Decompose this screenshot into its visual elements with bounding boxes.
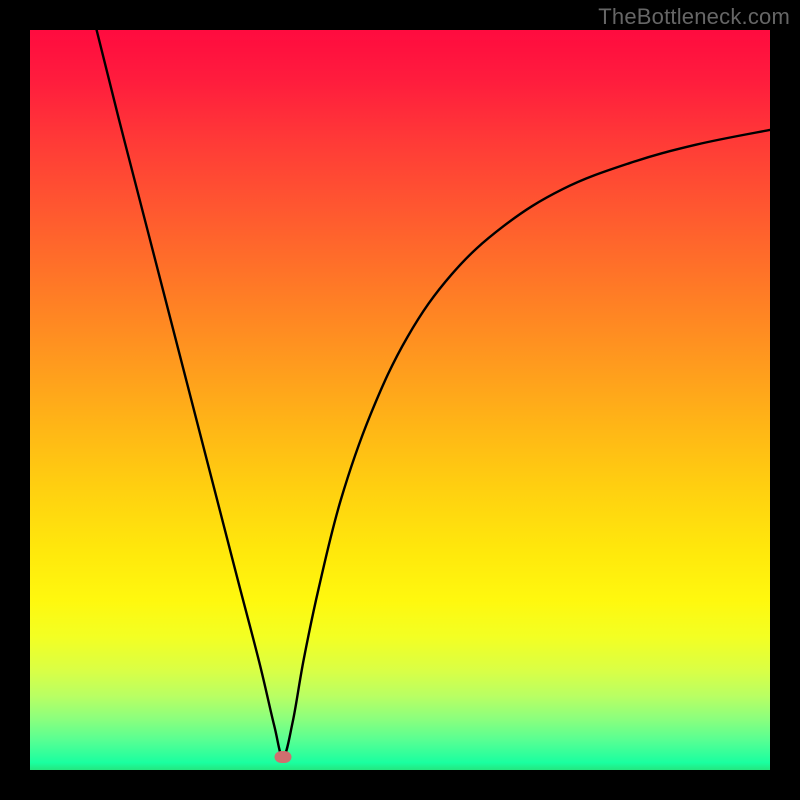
curve-svg [30,30,770,770]
minimum-marker [275,751,292,763]
plot-area [30,30,770,770]
bottleneck-curve [97,30,770,757]
chart-frame: TheBottleneck.com [0,0,800,800]
watermark-label: TheBottleneck.com [598,4,790,30]
